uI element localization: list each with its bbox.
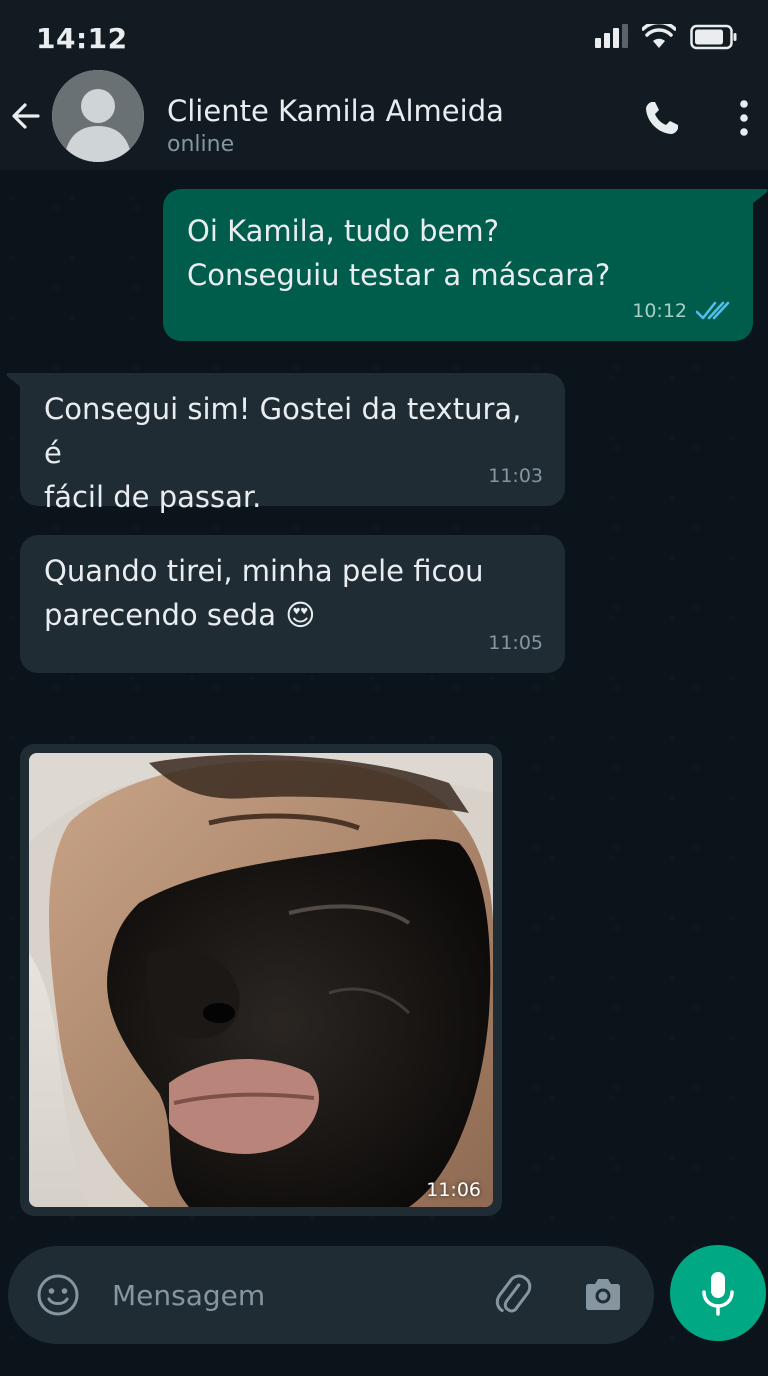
avatar-placeholder-icon: [52, 70, 144, 162]
message-time: 11:05: [488, 632, 543, 654]
attach-clip-icon[interactable]: [490, 1272, 534, 1316]
emoji-icon[interactable]: [36, 1273, 80, 1317]
phone-icon[interactable]: [640, 96, 684, 140]
contact-status: online: [167, 132, 235, 157]
message-time: 10:12: [632, 300, 687, 322]
status-icons: [595, 24, 738, 50]
message-meta: 11:03: [488, 454, 543, 498]
message-image[interactable]: 11:06: [20, 744, 502, 1216]
status-time: 14:12: [36, 22, 128, 55]
contact-name[interactable]: Cliente Kamila Almeida: [167, 94, 504, 128]
message-incoming[interactable]: Consegui sim! Gostei da textura, é fácil…: [20, 373, 565, 514]
message-text: Quando tirei, minha pele ficou parecendo…: [44, 554, 484, 632]
status-bar: 14:12: [0, 0, 768, 70]
message-input[interactable]: [112, 1270, 472, 1320]
mic-icon: [702, 1272, 734, 1316]
message-outgoing[interactable]: Oi Kamila, tudo bem? Conseguiu testar a …: [163, 189, 753, 341]
avatar[interactable]: [52, 70, 144, 162]
photo-face-black-mask[interactable]: 11:06: [29, 753, 493, 1207]
battery-icon: [690, 24, 737, 50]
message-text: Oi Kamila, tudo bem? Conseguiu testar a …: [187, 214, 611, 292]
more-vertical-icon[interactable]: [732, 96, 756, 140]
message-meta: 11:05: [488, 621, 543, 665]
message-input-bar: [8, 1246, 654, 1344]
signal-icon: [595, 24, 628, 48]
back-arrow-icon[interactable]: [8, 98, 44, 134]
message-time: 11:03: [488, 465, 543, 487]
message-time: 11:06: [426, 1179, 481, 1201]
message-incoming[interactable]: Quando tirei, minha pele ficou parecendo…: [20, 535, 565, 673]
mic-button[interactable]: [670, 1245, 766, 1341]
chat-screen: 14:12 Cliente Kamila Almeida online Oi K…: [0, 0, 768, 1376]
chat-header: Cliente Kamila Almeida online: [0, 70, 768, 170]
camera-icon[interactable]: [582, 1274, 624, 1316]
message-text: Consegui sim! Gostei da textura, é fácil…: [44, 392, 522, 514]
message-meta: 10:12: [632, 289, 731, 333]
double-check-read-icon: [695, 301, 730, 320]
wifi-icon: [642, 24, 676, 48]
